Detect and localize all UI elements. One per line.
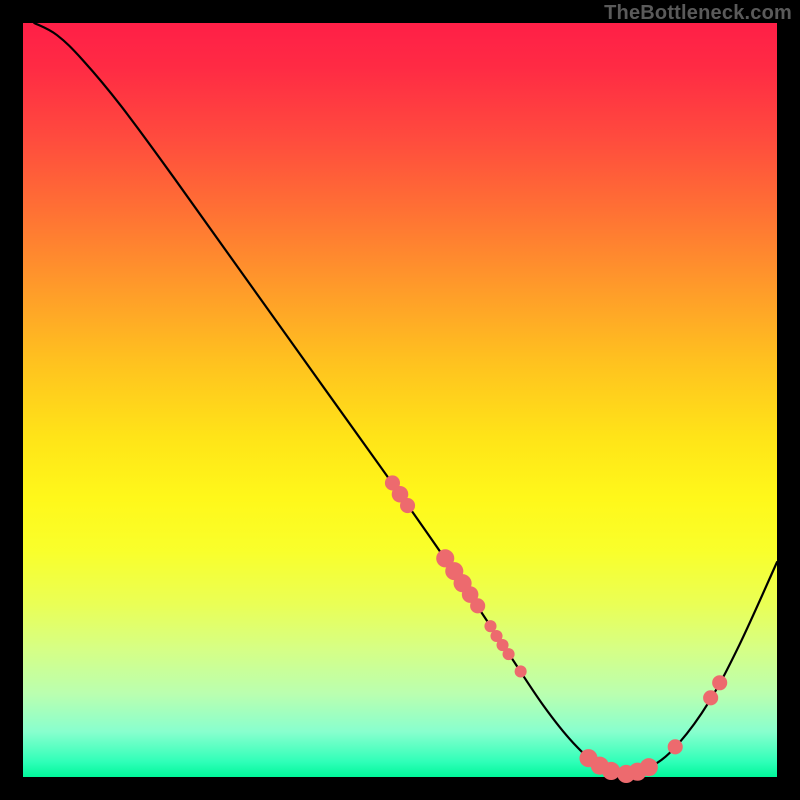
data-dot bbox=[712, 675, 727, 690]
data-dot bbox=[400, 498, 415, 513]
chart-svg bbox=[23, 23, 777, 777]
attribution-text: TheBottleneck.com bbox=[604, 2, 792, 25]
chart-frame: TheBottleneck.com bbox=[0, 0, 800, 800]
data-dot bbox=[668, 739, 683, 754]
data-dot bbox=[515, 665, 527, 677]
bottleneck-curve bbox=[34, 23, 777, 773]
data-dot bbox=[470, 598, 485, 613]
data-dot bbox=[703, 690, 718, 705]
data-dots bbox=[385, 475, 727, 783]
data-dot bbox=[602, 762, 620, 780]
data-dot bbox=[503, 648, 515, 660]
plot-area bbox=[23, 23, 777, 777]
data-dot bbox=[640, 758, 658, 776]
